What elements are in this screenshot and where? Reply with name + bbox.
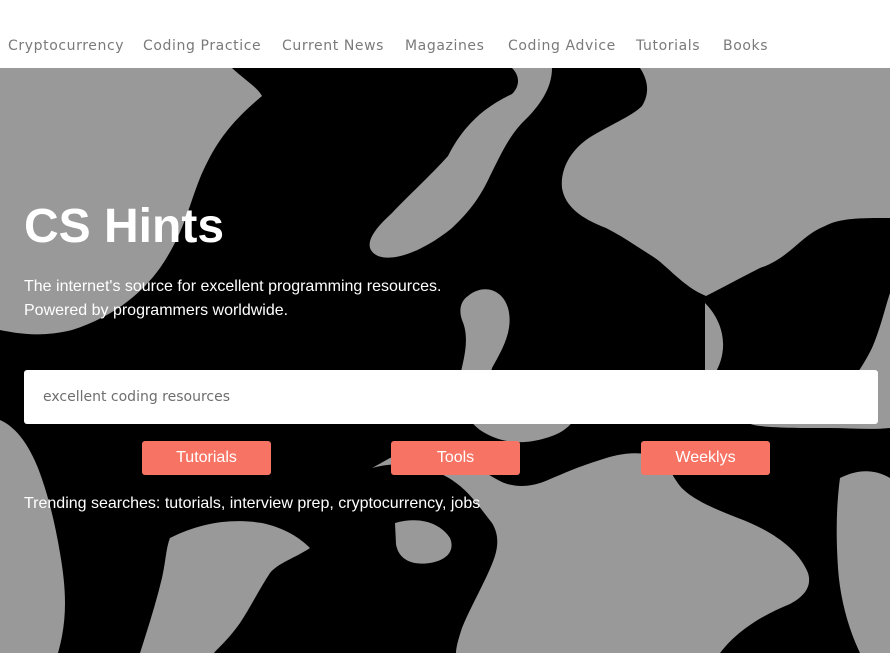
hero-subtitle-line-2: Powered by programmers worldwide. bbox=[24, 302, 289, 319]
trending-separator: , bbox=[220, 495, 230, 512]
trending-separator: , bbox=[329, 495, 339, 512]
trending-link-tutorials[interactable]: tutorials bbox=[165, 495, 221, 512]
nav-item-magazines[interactable]: Magazines bbox=[405, 38, 485, 54]
tutorials-button[interactable]: Tutorials bbox=[142, 441, 271, 475]
hero-subtitle-line-1: The internet's source for excellent prog… bbox=[24, 278, 442, 295]
top-navigation: Cryptocurrency Coding Practice Current N… bbox=[0, 0, 890, 68]
trending-link-jobs[interactable]: jobs bbox=[451, 495, 480, 512]
trending-link-cryptocurrency[interactable]: cryptocurrency bbox=[338, 495, 442, 512]
weeklys-button[interactable]: Weeklys bbox=[641, 441, 770, 475]
nav-item-cryptocurrency[interactable]: Cryptocurrency bbox=[8, 38, 124, 54]
nav-item-tutorials[interactable]: Tutorials bbox=[636, 38, 700, 54]
trending-separator: , bbox=[441, 495, 451, 512]
search-input[interactable] bbox=[24, 370, 878, 424]
trending-link-interview-prep[interactable]: interview prep bbox=[230, 495, 330, 512]
hero-title: CS Hints bbox=[24, 200, 225, 253]
hero-background-pattern bbox=[0, 68, 890, 653]
nav-item-coding-advice[interactable]: Coding Advice bbox=[508, 38, 616, 54]
nav-item-current-news[interactable]: Current News bbox=[282, 38, 384, 54]
hero-subtitle: The internet's source for excellent prog… bbox=[24, 275, 441, 323]
trending-searches: Trending searches: tutorials, interview … bbox=[24, 495, 480, 513]
nav-item-books[interactable]: Books bbox=[723, 38, 768, 54]
nav-item-coding-practice[interactable]: Coding Practice bbox=[143, 38, 261, 54]
trending-label: Trending searches: bbox=[24, 495, 165, 512]
tools-button[interactable]: Tools bbox=[391, 441, 520, 475]
hero-section: CS Hints The internet's source for excel… bbox=[0, 68, 890, 653]
